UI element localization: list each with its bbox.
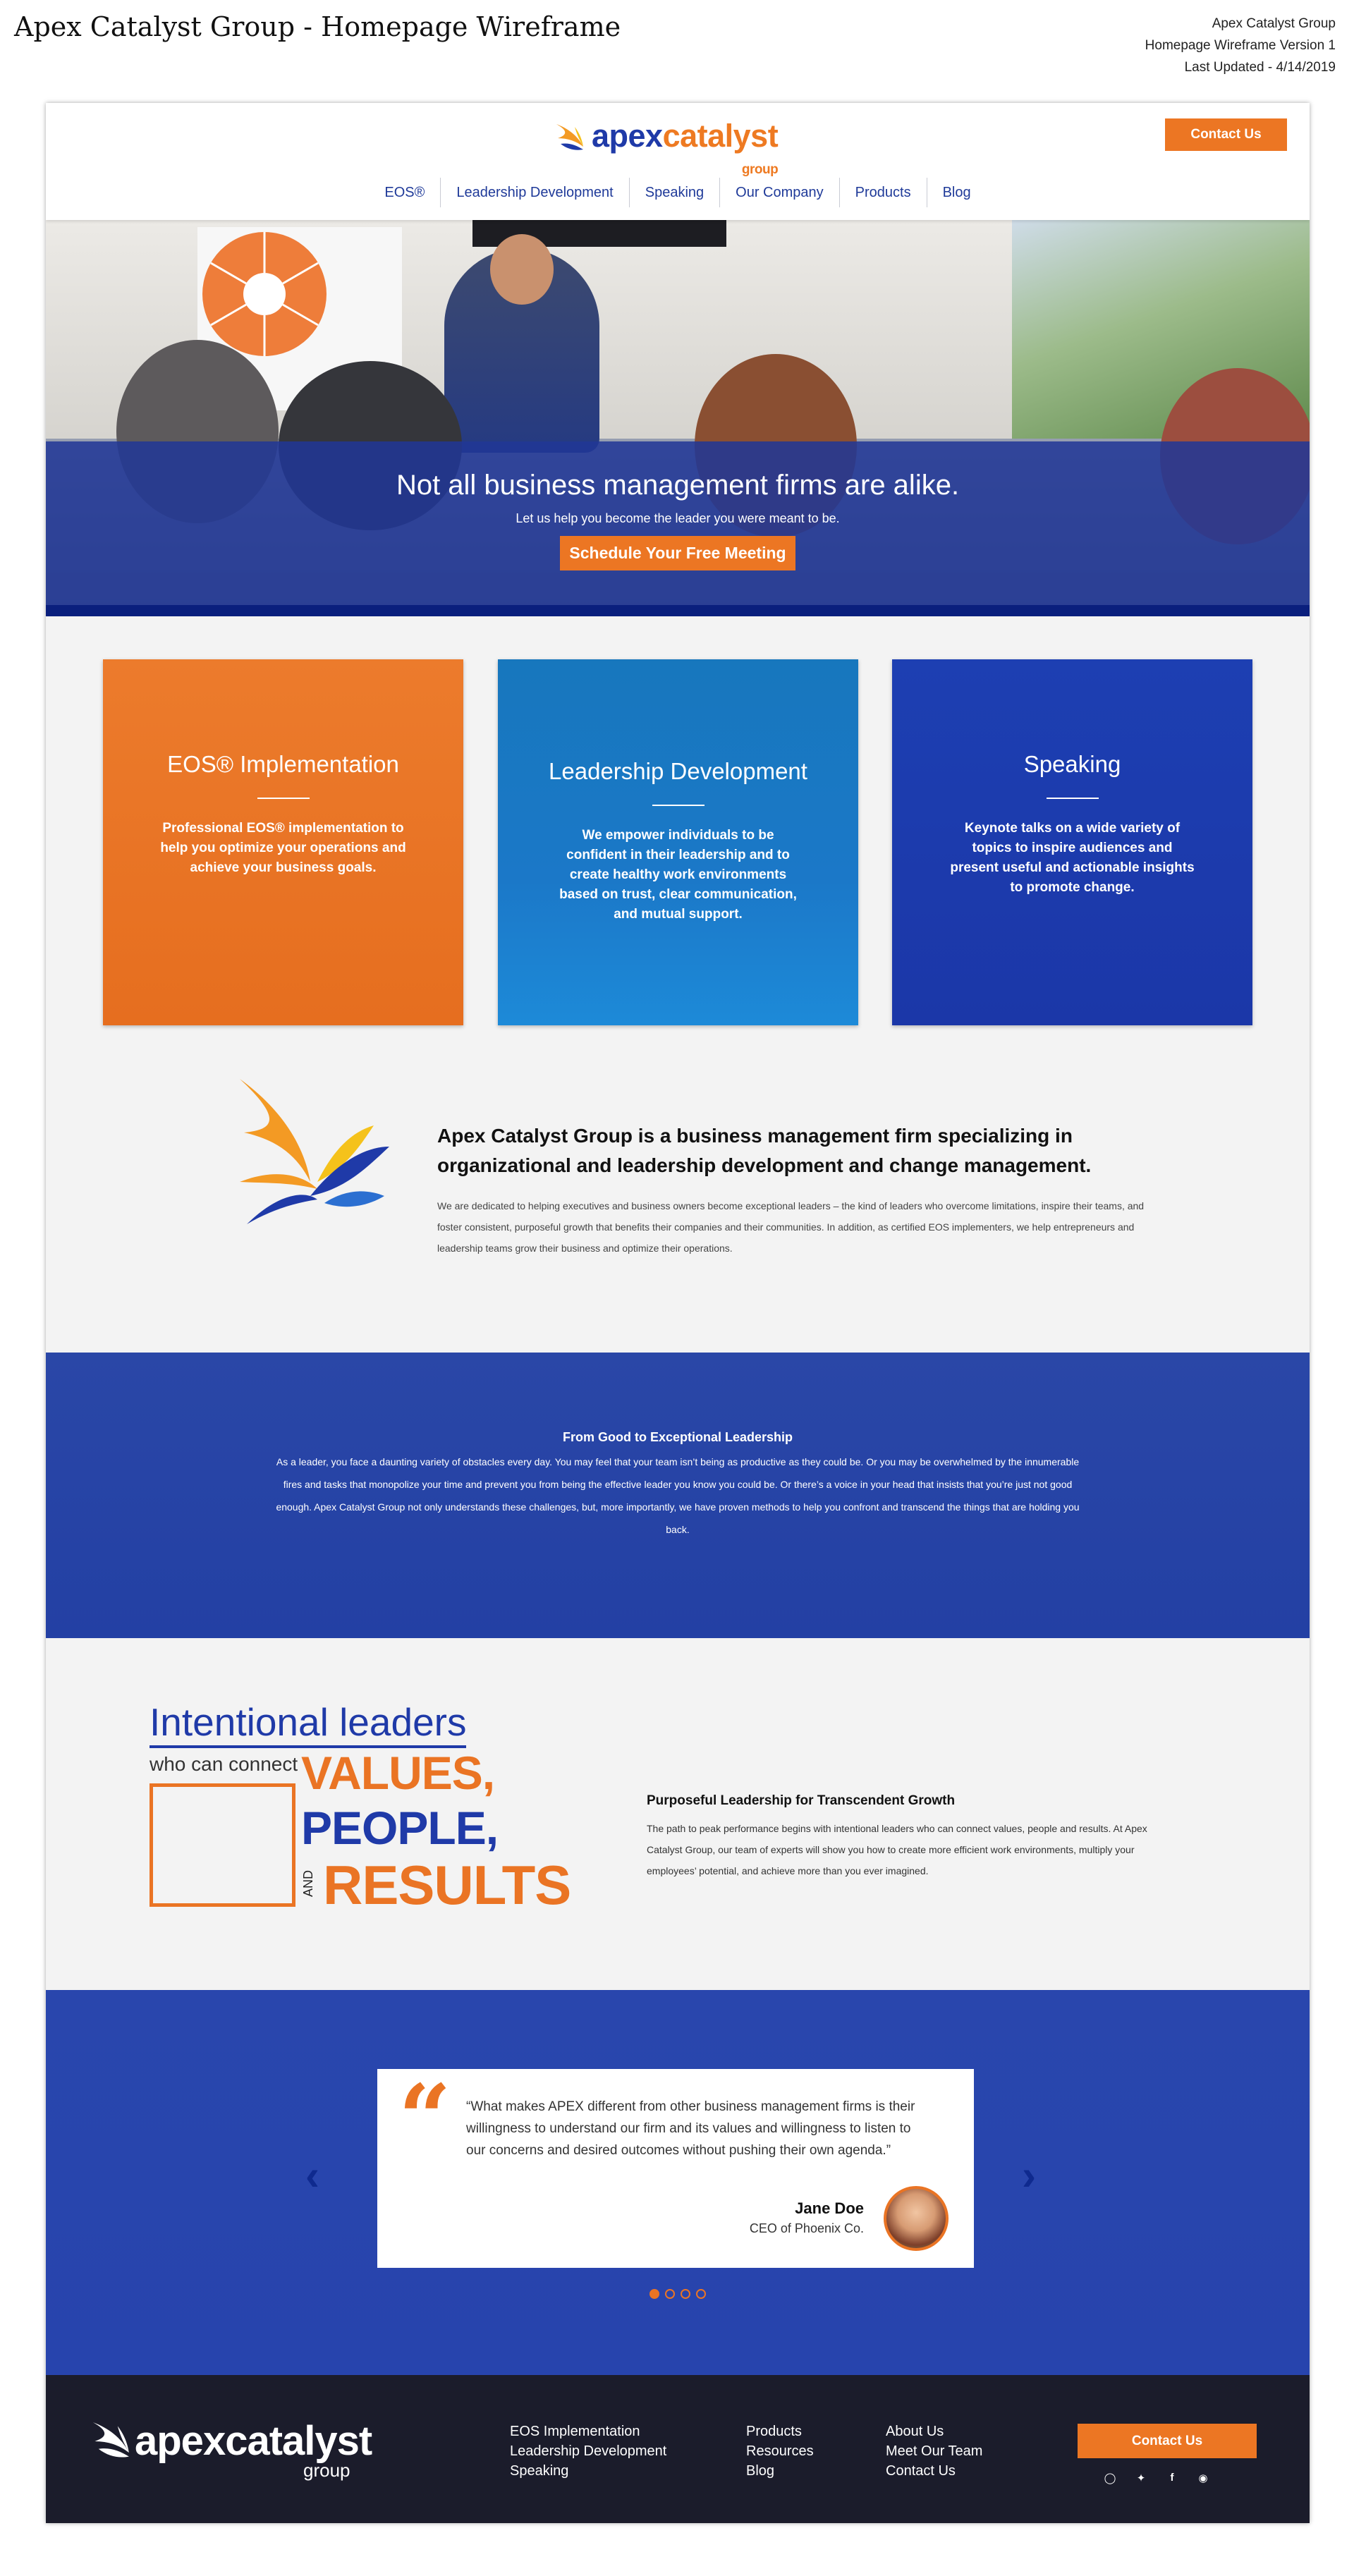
carousel-dot[interactable] [649,2289,659,2299]
carousel-prev-arrow[interactable]: ‹ [305,2151,319,2199]
about-heading: Apex Catalyst Group is a business manage… [437,1125,1092,1176]
testimonial-name: Jane Doe [795,2199,864,2217]
footer-link[interactable]: Resources [746,2441,814,2461]
word-and: AND [301,1870,315,1898]
phoenix-logo-icon [556,124,583,150]
phoenix-logo-white-icon [92,2422,129,2458]
menu-item-eos[interactable]: EOS® [369,178,440,207]
card-leadership-development[interactable]: Leadership Development We empower indivi… [498,659,858,1025]
footer-logo[interactable]: apexcatalyst [91,2417,372,2465]
footer-col-services: EOS Implementation Leadership Developmen… [510,2422,666,2481]
card-eos-implementation[interactable]: EOS® Implementation Professional EOS® im… [103,659,463,1025]
meta-updated: Last Updated - 4/14/2019 [1184,60,1336,75]
footer-contact-button[interactable]: Contact Us [1078,2424,1257,2458]
card-title: EOS® Implementation [167,751,399,777]
web-icon[interactable]: ◉ [1197,2472,1209,2484]
phoenix-emblem-icon [240,1079,389,1224]
carousel-dot[interactable] [681,2289,690,2299]
carousel-dot[interactable] [665,2289,675,2299]
about-body: We are dedicated to helping executives a… [437,1200,1145,1254]
footer-link[interactable]: Blog [746,2461,814,2481]
footer-link[interactable]: Speaking [510,2461,666,2481]
main-menu: EOS® Leadership Development Speaking Our… [46,178,1310,207]
hero-subline: Let us help you become the leader you we… [516,511,840,525]
menu-item-leadership-development[interactable]: Leadership Development [440,178,628,207]
footer-link[interactable]: EOS Implementation [510,2422,666,2441]
card-speaking[interactable]: Speaking Keynote talks on a wide variety… [892,659,1252,1025]
testimonial-section: ‹ › “ “What makes APEX different from ot… [46,1990,1310,2375]
meta-version: Homepage Wireframe Version 1 [1145,38,1336,53]
card-body: Professional EOS® implementation to help… [160,821,406,875]
footer-logo-group: group [303,2460,350,2481]
carousel-next-arrow[interactable]: › [1022,2151,1036,2199]
logo-word-catalyst: catalyst [662,118,779,154]
intentional-leaders-sub: who can connect [150,1753,298,1775]
card-divider [652,805,705,806]
intentional-leaders-box [150,1783,295,1907]
logo-word-apex: apex [592,118,663,154]
twitter-icon[interactable]: ✦ [1135,2472,1147,2484]
footer-link[interactable]: About Us [886,2422,982,2441]
site-logo[interactable]: apexcatalyst group [555,118,779,178]
quote-icon: “ [398,2064,451,2172]
meta-company: Apex Catalyst Group [1212,16,1336,31]
intentional-leaders-title: Intentional leaders [150,1700,467,1748]
menu-item-blog[interactable]: Blog [926,178,987,207]
card-title: Leadership Development [549,758,807,784]
logo-wordmark: apexcatalyst group [592,118,779,178]
footer-col-company: About Us Meet Our Team Contact Us [886,2422,982,2481]
document-title: Apex Catalyst Group - Homepage Wireframe [14,11,621,42]
testimonial-role: CEO of Phoenix Co. [749,2221,864,2235]
menu-item-our-company[interactable]: Our Company [719,178,839,207]
footer-link[interactable]: Leadership Development [510,2441,666,2461]
hero-section: Not all business management firms are al… [46,220,1310,616]
purposeful-leadership-heading: Purposeful Leadership for Transcendent G… [647,1793,956,1808]
site-header: apexcatalyst group Contact Us EOS® Leade… [46,103,1310,220]
menu-item-products[interactable]: Products [838,178,927,207]
hero-photo-speaker-head [490,234,554,305]
hero-bottom-stripe [46,605,1310,616]
site-footer: apexcatalyst group EOS Implementation Le… [46,2375,1310,2523]
good-heading: From Good to Exceptional Leadership [562,1430,793,1444]
facebook-icon[interactable]: f [1166,2472,1178,2484]
card-divider [257,798,310,799]
instagram-icon[interactable]: ◯ [1104,2472,1116,2484]
wireframe-canvas: apexcatalyst group Contact Us EOS® Leade… [46,103,1310,2523]
testimonial-avatar [884,2186,949,2251]
footer-link[interactable]: Contact Us [886,2461,982,2481]
word-values: VALUES, [301,1747,495,1799]
good-to-exceptional-section: From Good to Exceptional Leadership As a… [46,1353,1310,1638]
card-title: Speaking [1023,751,1121,777]
card-body: We empower individuals to be confident i… [559,828,797,922]
word-results: RESULTS [323,1854,571,1916]
testimonial-quote: “What makes APEX different from other bu… [466,2099,915,2158]
good-body: As a leader, you face a daunting variety… [276,1456,1080,1535]
word-people: PEOPLE, [301,1802,499,1854]
hero-banner: Not all business management firms are al… [46,441,1310,605]
hero-headline: Not all business management firms are al… [396,470,960,501]
carousel-dot[interactable] [696,2289,706,2299]
footer-link[interactable]: Meet Our Team [886,2441,982,2461]
footer-link[interactable]: Products [746,2422,814,2441]
card-body: Keynote talks on a wide variety of topic… [950,821,1195,895]
footer-col-resources: Products Resources Blog [746,2422,814,2481]
footer-logo-word: apexcatalyst [135,2418,372,2464]
header-contact-button[interactable]: Contact Us [1165,118,1287,151]
card-divider [1046,798,1099,799]
social-links: ◯ ✦ f ◉ [1104,2472,1209,2484]
purposeful-leadership-body: The path to peak performance begins with… [647,1823,1147,1876]
menu-item-speaking[interactable]: Speaking [628,178,719,207]
testimonial-card: “ “What makes APEX different from other … [377,2069,974,2268]
document-meta: Apex Catalyst Group Homepage Wireframe V… [1145,13,1336,78]
carousel-dots [649,2289,706,2299]
schedule-meeting-button[interactable]: Schedule Your Free Meeting [560,536,795,570]
